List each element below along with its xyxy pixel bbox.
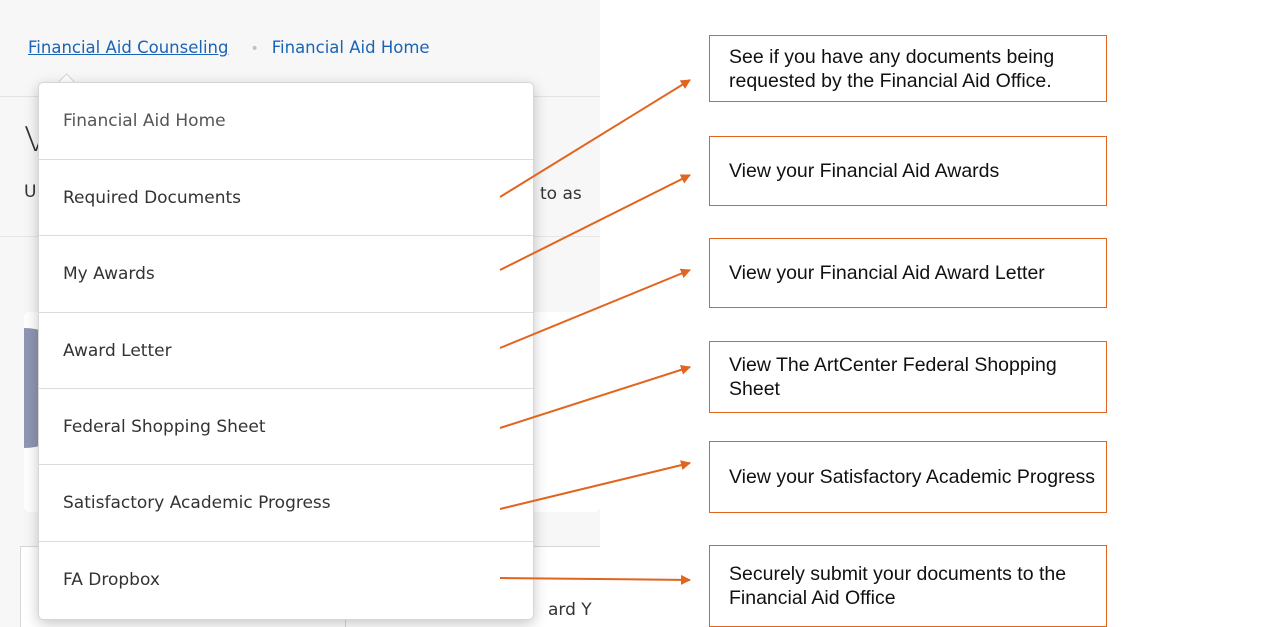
arrow-required-documents <box>499 79 691 198</box>
arrow-federal-shopping-sheet <box>499 364 691 429</box>
arrow-award-letter <box>499 268 691 349</box>
arrow-my-awards <box>499 174 691 271</box>
arrow-fa-dropbox <box>499 574 691 585</box>
arrow-satisfactory-academic-progress <box>499 460 691 510</box>
annotation-arrows <box>499 79 691 585</box>
